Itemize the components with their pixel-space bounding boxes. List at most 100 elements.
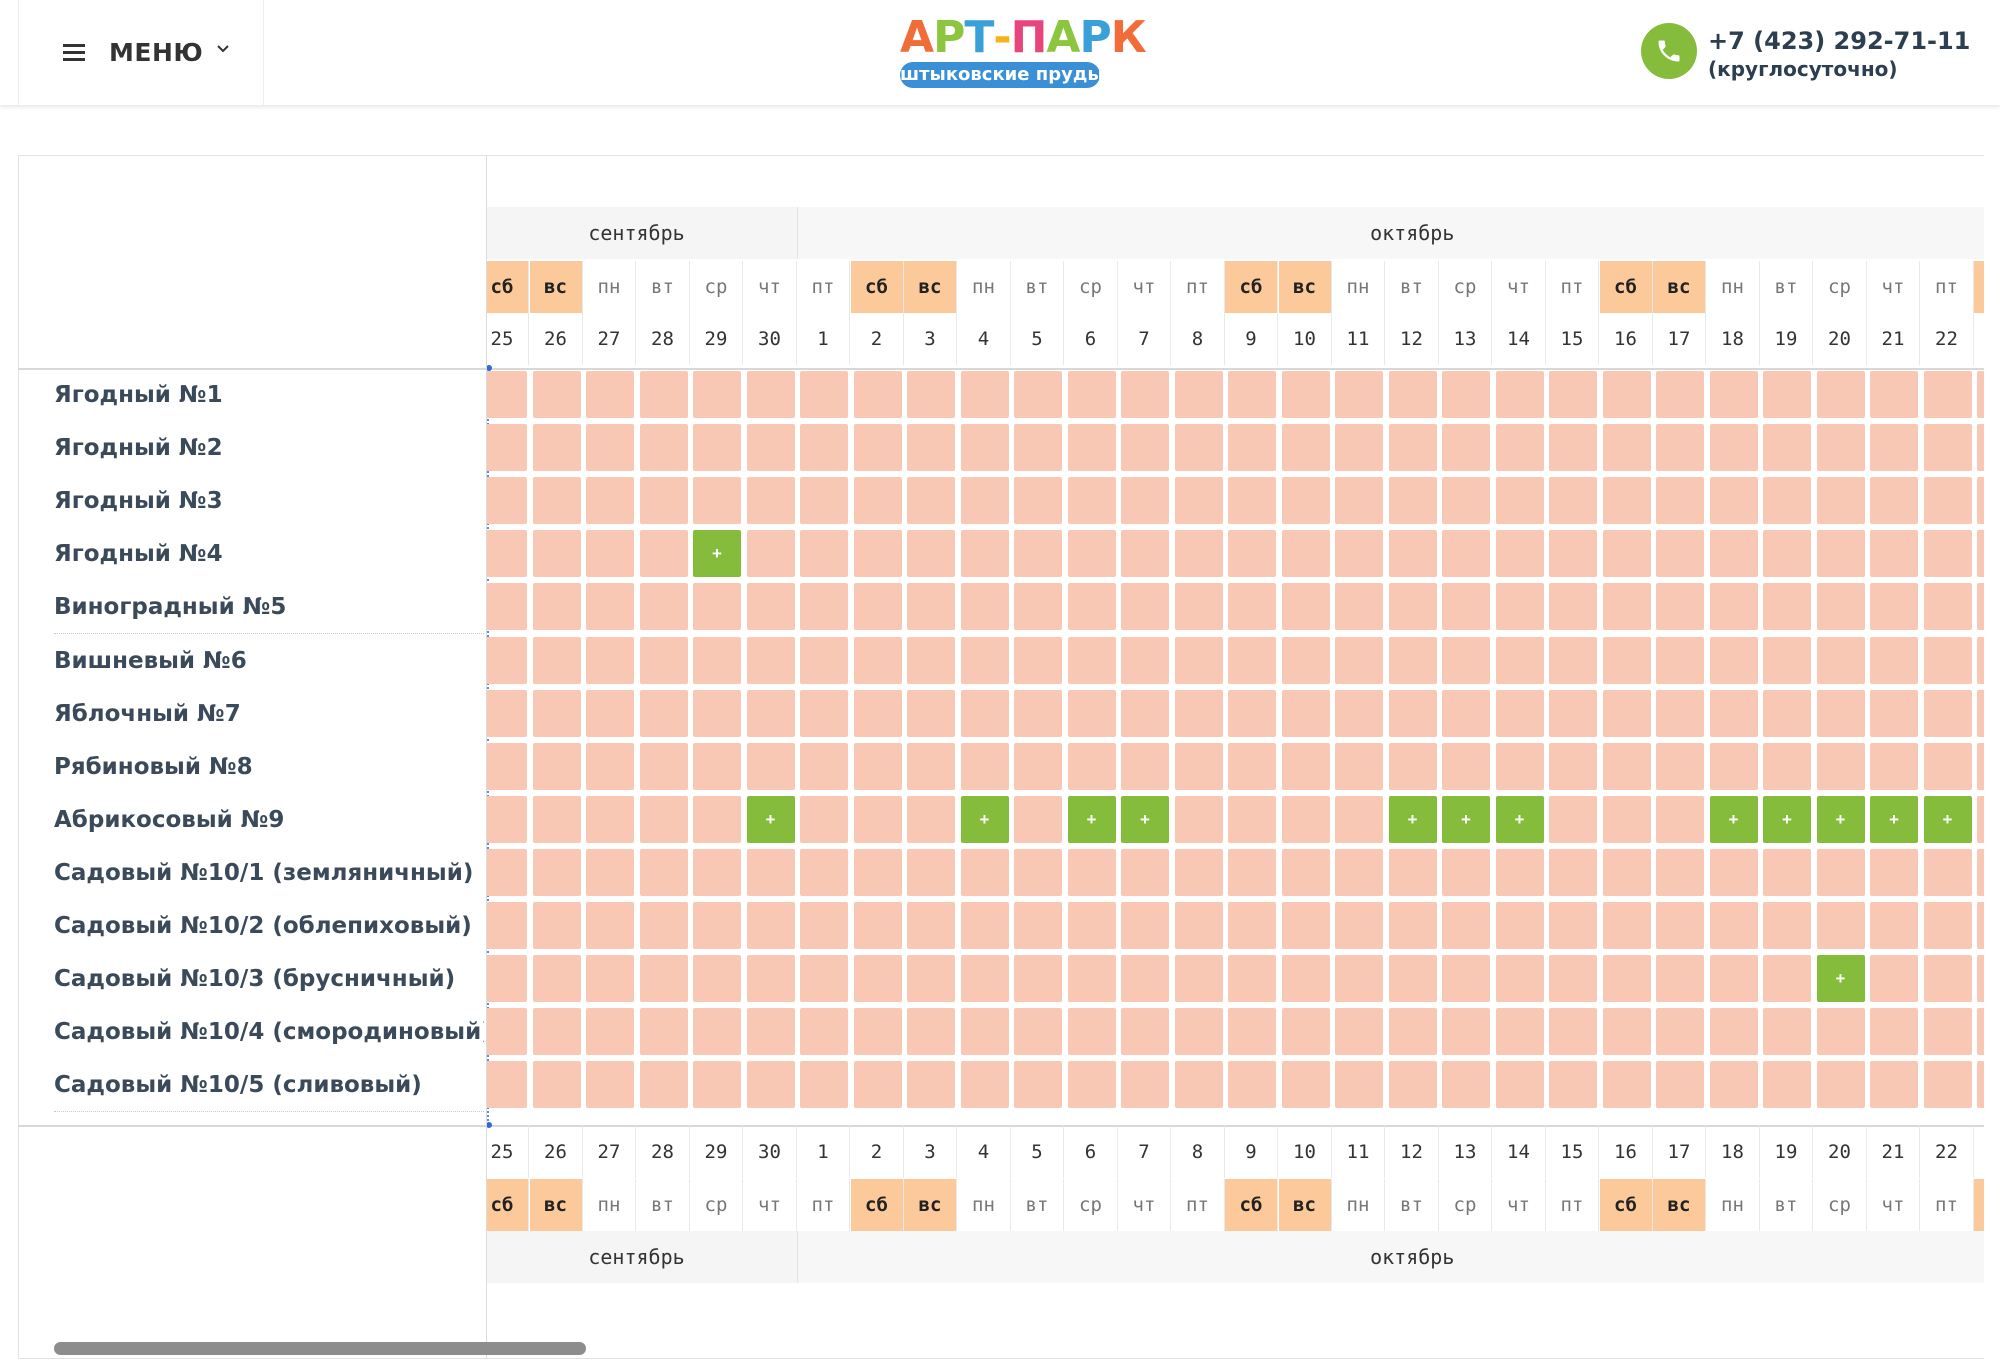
free-slot[interactable]: + xyxy=(1709,795,1758,843)
day-number: 13 xyxy=(1439,313,1492,365)
booked-slot xyxy=(1228,955,1276,1003)
booked-slot xyxy=(487,795,527,843)
booked-slot xyxy=(1335,742,1383,790)
booked-slot xyxy=(586,1061,634,1109)
booked-slot xyxy=(1602,955,1651,1003)
booked-slot xyxy=(1495,848,1544,896)
booked-slot xyxy=(1495,902,1544,949)
booked-slot xyxy=(1977,583,1984,631)
room-name[interactable]: Садовый №10/4 (смородиновый) xyxy=(54,1005,484,1060)
booked-slot xyxy=(1228,530,1276,578)
room-name[interactable]: Ягодный №2 xyxy=(54,421,484,476)
day-number: 29 xyxy=(690,313,743,365)
free-slot[interactable]: + xyxy=(1816,955,1865,1003)
booked-slot xyxy=(1228,477,1276,525)
room-name[interactable]: Рябиновый №8 xyxy=(54,739,484,794)
horizontal-scrollbar[interactable] xyxy=(18,1338,1984,1356)
logo-subtitle: штыковские пруды xyxy=(900,62,1100,88)
free-slot[interactable]: + xyxy=(1495,795,1544,843)
room-name[interactable]: Садовый №10/2 (облепиховый) xyxy=(54,899,484,953)
booked-slot xyxy=(853,742,902,790)
booked-slot xyxy=(1335,689,1383,737)
weekday-label: пт xyxy=(1921,261,1974,313)
booked-slot xyxy=(853,477,902,525)
booked-slot xyxy=(639,371,688,418)
phone-number[interactable]: +7 (423) 292-71-11 xyxy=(1708,27,1970,55)
scrollbar-thumb[interactable] xyxy=(54,1342,586,1355)
booked-slot xyxy=(1174,477,1223,525)
booked-slot xyxy=(1709,848,1758,896)
free-slot[interactable]: + xyxy=(1816,795,1865,843)
booked-slot xyxy=(1870,955,1918,1003)
booked-slot xyxy=(853,902,902,949)
room-name[interactable]: Абрикосовый №9 xyxy=(54,792,484,847)
weekday-label: ср xyxy=(1439,1179,1492,1231)
room-name[interactable]: Ягодный №1 xyxy=(54,368,484,422)
booked-slot xyxy=(1816,477,1865,525)
booked-slot xyxy=(960,689,1009,737)
booked-slot xyxy=(639,848,688,896)
room-name[interactable]: Садовый №10/3 (брусничный) xyxy=(54,952,484,1007)
booked-slot xyxy=(487,530,527,578)
weekday-label: сб xyxy=(1974,261,1984,313)
logo[interactable]: АРТ-ПАРК штыковские пруды xyxy=(896,14,1147,90)
booked-slot xyxy=(693,742,741,790)
menu-button[interactable]: МЕНЮ xyxy=(18,0,264,105)
free-slot[interactable]: + xyxy=(746,795,795,843)
booked-slot xyxy=(532,742,581,790)
weekday-label: пн xyxy=(1707,261,1760,313)
booked-slot xyxy=(1870,477,1918,525)
booked-slot xyxy=(1495,636,1544,684)
free-slot[interactable]: + xyxy=(1442,795,1490,843)
free-slot[interactable]: + xyxy=(1923,795,1972,843)
free-slot[interactable]: + xyxy=(1388,795,1437,843)
room-name[interactable]: Вишневый №6 xyxy=(54,633,484,688)
booked-slot xyxy=(1335,424,1383,472)
booked-slot xyxy=(1549,583,1597,631)
chevron-down-icon xyxy=(217,44,229,52)
free-slot[interactable]: + xyxy=(1067,795,1116,843)
room-name[interactable]: Виноградный №5 xyxy=(54,580,484,635)
weekday-label: пт xyxy=(1172,1179,1225,1231)
booked-slot xyxy=(1709,424,1758,472)
room-name[interactable]: Садовый №10/1 (земляничный) xyxy=(54,845,484,900)
weekday-label: чт xyxy=(1867,1179,1920,1231)
phone-icon[interactable] xyxy=(1641,23,1697,79)
free-slot[interactable]: + xyxy=(1870,795,1918,843)
booked-slot xyxy=(1442,902,1490,949)
free-slot[interactable]: + xyxy=(1763,795,1811,843)
booked-slot xyxy=(1923,848,1972,896)
booked-slot xyxy=(1174,848,1223,896)
calendar-grid: сентябрь октябрь сентябрь октябрь сб сб 25 25 вс… xyxy=(487,155,1984,1359)
free-slot[interactable]: + xyxy=(693,530,741,578)
day-number: 9 xyxy=(1225,1126,1278,1178)
booked-slot xyxy=(1549,955,1597,1003)
booked-slot xyxy=(1870,371,1918,418)
booked-slot xyxy=(1014,689,1062,737)
room-name[interactable]: Садовый №10/5 (сливовый) xyxy=(54,1058,484,1113)
day-number: 7 xyxy=(1118,1126,1171,1178)
booked-slot xyxy=(1281,689,1330,737)
weekday-label: вс xyxy=(529,1179,583,1231)
booked-slot xyxy=(1763,477,1811,525)
booked-slot xyxy=(1977,1061,1984,1109)
booked-slot xyxy=(1816,371,1865,418)
room-name[interactable]: Ягодный №4 xyxy=(54,527,484,582)
day-number: 15 xyxy=(1546,313,1599,365)
booked-slot xyxy=(1602,583,1651,631)
room-name[interactable]: Яблочный №7 xyxy=(54,686,484,741)
free-slot[interactable]: + xyxy=(1121,795,1169,843)
booked-slot xyxy=(1549,848,1597,896)
day-number: 6 xyxy=(1065,313,1118,365)
booked-slot xyxy=(1014,530,1062,578)
booked-slot xyxy=(1709,1061,1758,1109)
day-number: 2 xyxy=(851,1126,904,1178)
booked-slot xyxy=(960,530,1009,578)
free-slot[interactable]: + xyxy=(960,795,1009,843)
booked-slot xyxy=(586,795,634,843)
booked-slot xyxy=(693,902,741,949)
booked-slot xyxy=(853,848,902,896)
booked-slot xyxy=(1602,424,1651,472)
booked-slot xyxy=(1067,371,1116,418)
room-name[interactable]: Ягодный №3 xyxy=(54,474,484,529)
